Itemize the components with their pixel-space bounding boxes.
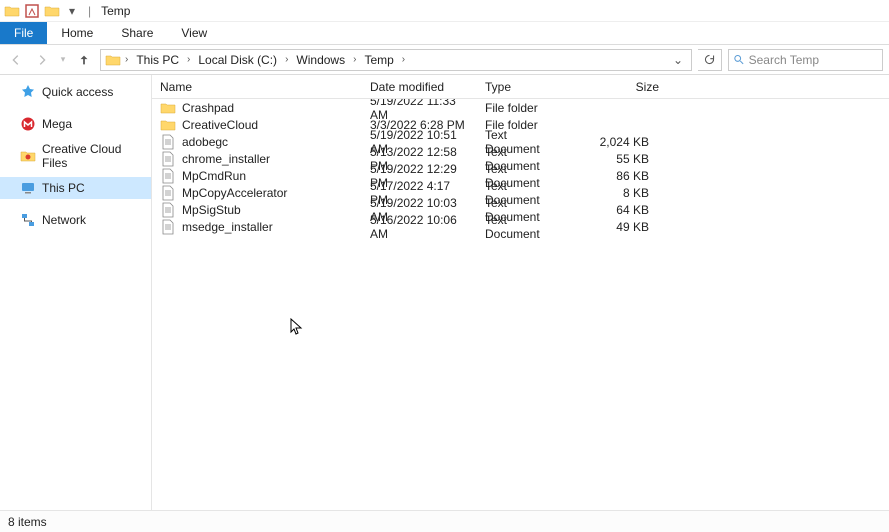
file-date: 5/16/2022 10:06 AM [362,213,477,241]
file-size: 86 KB [572,169,667,183]
search-input[interactable] [749,53,878,67]
file-name: MpCopyAccelerator [182,186,287,200]
chevron-right-icon[interactable]: › [400,54,407,65]
column-header-name[interactable]: Name [152,80,362,94]
nav-label: Mega [42,117,72,131]
qat-newfolder-icon[interactable] [44,3,60,19]
nav-label: This PC [42,181,85,195]
file-size: 64 KB [572,203,667,217]
search-box[interactable] [728,49,883,71]
nav-label: Network [42,213,86,227]
file-size: 8 KB [572,186,667,200]
breadcrumb-item-temp[interactable]: Temp [360,53,397,67]
file-name: MpCmdRun [182,169,246,183]
qat-properties-icon[interactable] [24,3,40,19]
file-size: 55 KB [572,152,667,166]
mega-icon [20,116,36,132]
column-header-size[interactable]: Size [572,80,667,94]
ribbon-tab-view[interactable]: View [167,22,221,44]
chevron-right-icon[interactable]: › [283,54,290,65]
nav-item-this-pc[interactable]: This PC [0,177,151,199]
address-bar-row: ▾ › This PC › Local Disk (C:) › Windows … [0,45,889,75]
text-file-icon [160,219,176,235]
title-separator: | [84,4,95,18]
folder-icon [160,100,176,116]
file-name: chrome_installer [182,152,270,166]
file-size: 49 KB [572,220,667,234]
file-type: File folder [477,101,572,115]
creative-cloud-icon [20,148,36,164]
chevron-right-icon[interactable]: › [185,54,192,65]
breadcrumb-item-thispc[interactable]: This PC [132,53,183,67]
this-pc-icon [20,180,36,196]
file-name: adobegc [182,135,228,149]
file-rows: Crashpad5/19/2022 11:33 AMFile folder Cre… [152,99,889,510]
ribbon-tab-share[interactable]: Share [107,22,167,44]
navigation-pane: Quick access Mega Creative Cloud Files T… [0,75,152,510]
file-list-pane: Name Date modified Type Size Crashpad5/1… [152,75,889,510]
nav-item-creative-cloud[interactable]: Creative Cloud Files [0,145,151,167]
file-row[interactable]: msedge_installer5/16/2022 10:06 AMText D… [152,218,889,235]
file-type: Text Document [477,213,572,241]
ribbon-tab-home[interactable]: Home [47,22,107,44]
text-file-icon [160,168,176,184]
star-icon [20,84,36,100]
main-area: Quick access Mega Creative Cloud Files T… [0,75,889,510]
folder-icon [160,117,176,133]
nav-label: Quick access [42,85,113,99]
file-row[interactable]: Crashpad5/19/2022 11:33 AMFile folder [152,99,889,116]
file-name: msedge_installer [182,220,273,234]
search-icon [733,53,745,66]
nav-back-button[interactable] [6,50,26,70]
chevron-right-icon[interactable]: › [351,54,358,65]
nav-up-button[interactable] [74,50,94,70]
ribbon-tab-file[interactable]: File [0,22,47,44]
title-bar: ▾ | Temp [0,0,889,22]
qat-folder-icon[interactable] [4,3,20,19]
text-file-icon [160,134,176,150]
breadcrumb-dropdown[interactable]: ⌄ [673,53,687,67]
text-file-icon [160,151,176,167]
breadcrumb-item-windows[interactable]: Windows [292,53,349,67]
window-title: Temp [99,4,130,18]
file-name: CreativeCloud [182,118,258,132]
nav-forward-button[interactable] [32,50,52,70]
network-icon [20,212,36,228]
nav-item-mega[interactable]: Mega [0,113,151,135]
column-header-date[interactable]: Date modified [362,80,477,94]
nav-item-quick-access[interactable]: Quick access [0,81,151,103]
breadcrumb-item-localdisk[interactable]: Local Disk (C:) [194,53,281,67]
refresh-button[interactable] [698,49,722,71]
column-headers: Name Date modified Type Size [152,75,889,99]
file-name: Crashpad [182,101,234,115]
nav-item-network[interactable]: Network [0,209,151,231]
chevron-right-icon[interactable]: › [123,54,130,65]
ribbon-tabs: File Home Share View [0,22,889,45]
qat-customize-icon[interactable]: ▾ [64,3,80,19]
column-header-type[interactable]: Type [477,80,572,94]
status-item-count: 8 items [8,515,47,529]
text-file-icon [160,202,176,218]
status-bar: 8 items [0,510,889,532]
breadcrumb-bar[interactable]: › This PC › Local Disk (C:) › Windows › … [100,49,692,71]
nav-recent-dropdown[interactable]: ▾ [58,50,68,70]
text-file-icon [160,185,176,201]
nav-label: Creative Cloud Files [42,142,143,170]
file-size: 2,024 KB [572,135,667,149]
breadcrumb-folder-icon [105,52,121,68]
file-name: MpSigStub [182,203,241,217]
